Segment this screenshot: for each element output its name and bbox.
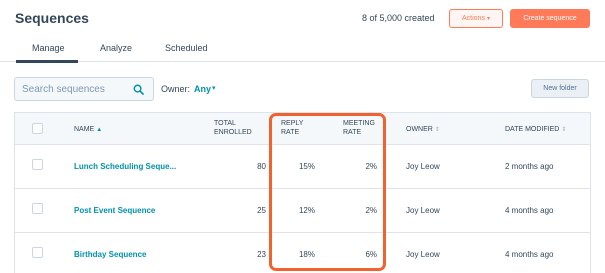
- search-icon[interactable]: [133, 84, 144, 95]
- sequence-name-link[interactable]: Lunch Scheduling Seque...: [74, 162, 176, 171]
- search-placeholder: Search sequences: [22, 84, 105, 95]
- tab-scheduled[interactable]: Scheduled: [165, 43, 208, 53]
- select-all-checkbox[interactable]: [32, 123, 43, 134]
- created-count: 8 of 5,000 created: [362, 13, 435, 23]
- owner-filter-label: Owner:: [161, 84, 191, 94]
- tab-analyze[interactable]: Analyze: [100, 43, 132, 53]
- sequence-name-link[interactable]: Birthday Sequence: [74, 250, 146, 259]
- owner-value: Joy Leow: [406, 206, 440, 215]
- actions-button[interactable]: Actions ▾: [449, 9, 503, 28]
- row-checkbox[interactable]: [32, 159, 43, 170]
- column-header-name[interactable]: NAME ▲: [74, 125, 102, 135]
- owner-value: Joy Leow: [406, 250, 440, 259]
- column-header-total-enrolled[interactable]: TOTAL ENROLLED: [214, 119, 252, 137]
- owner-filter-dropdown[interactable]: Any: [194, 84, 211, 94]
- new-folder-button[interactable]: New folder: [531, 79, 589, 98]
- tab-manage[interactable]: Manage: [32, 43, 65, 53]
- row-checkbox[interactable]: [32, 203, 43, 214]
- total-enrolled-value: 23: [257, 250, 266, 259]
- tab-bar: Manage Analyze Scheduled: [0, 38, 605, 62]
- caret-down-icon: ▾: [486, 16, 490, 22]
- create-sequence-button[interactable]: Create sequence: [510, 9, 590, 28]
- highlight-annotation-box: [269, 113, 386, 271]
- active-tab-indicator: [16, 60, 78, 63]
- total-enrolled-value: 25: [257, 206, 266, 215]
- page-title: Sequences: [15, 10, 89, 26]
- sort-icon: ⇕: [561, 127, 567, 133]
- date-modified-value: 4 months ago: [505, 250, 554, 259]
- owner-value: Joy Leow: [406, 162, 440, 171]
- caret-down-icon[interactable]: ▾: [212, 84, 216, 92]
- sort-up-icon: ▲: [96, 127, 103, 133]
- date-modified-value: 2 months ago: [505, 162, 554, 171]
- date-modified-value: 4 months ago: [505, 206, 554, 215]
- total-enrolled-value: 80: [257, 162, 266, 171]
- actions-button-label: Actions: [462, 15, 485, 22]
- row-checkbox[interactable]: [32, 247, 43, 258]
- search-input[interactable]: Search sequences: [14, 77, 154, 101]
- sort-icon: ⇕: [434, 127, 440, 133]
- sequence-name-link[interactable]: Post Event Sequence: [74, 206, 155, 215]
- column-header-owner[interactable]: OWNER ⇕: [406, 125, 440, 135]
- column-header-date-modified[interactable]: DATE MODIFIED ⇕: [505, 125, 566, 135]
